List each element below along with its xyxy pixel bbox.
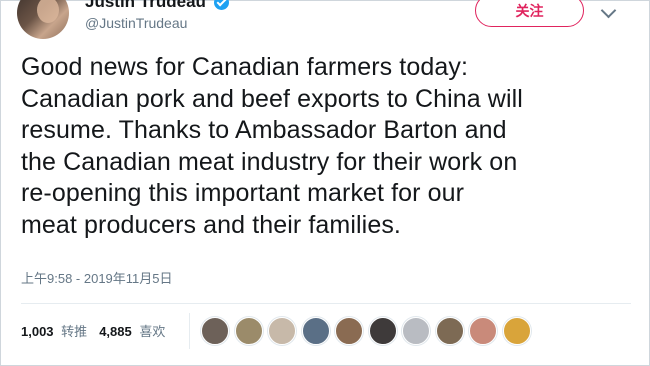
- liker-avatar-icon[interactable]: [402, 317, 430, 345]
- follow-button[interactable]: 关注: [475, 0, 584, 27]
- user-handle[interactable]: @JustinTrudeau: [85, 15, 187, 31]
- retweets-count: 1,003: [21, 323, 54, 339]
- tweet-line: Good news for Canadian farmers today:: [21, 53, 468, 81]
- display-name[interactable]: Justin Trudeau: [85, 0, 206, 12]
- tweet-stats: 1,003 转推 4,885 喜欢: [21, 320, 177, 340]
- tweet-line: re-opening this important market for our: [21, 179, 465, 208]
- liker-avatar-icon[interactable]: [335, 317, 363, 345]
- likes-label: 喜欢: [139, 323, 166, 339]
- tweet-line: Canadian pork and beef exports to China …: [21, 84, 523, 113]
- tweet-card: Justin Trudeau @JustinTrudeau 关注 Good ne…: [0, 0, 650, 366]
- retweets-label: 转推: [61, 323, 88, 339]
- likes-stat[interactable]: 4,885 喜欢: [99, 321, 165, 340]
- stats-separator: [189, 313, 190, 349]
- liker-avatar-icon[interactable]: [234, 317, 263, 345]
- liker-avatar-icon[interactable]: [502, 317, 531, 345]
- avatar[interactable]: [17, 0, 69, 39]
- liker-avatar-icon[interactable]: [301, 317, 330, 345]
- likes-count: 4,885: [99, 323, 132, 339]
- liker-avatar-icon[interactable]: [201, 317, 229, 345]
- tweet-line: the Canadian meat industry for their wor…: [21, 147, 518, 176]
- tweet-timestamp[interactable]: 上午9:58 - 2019年11月5日: [21, 268, 173, 287]
- tweet-text: Good news for Canadian farmers today: Ca…: [21, 52, 633, 242]
- chevron-down-icon[interactable]: [600, 2, 617, 19]
- liker-avatars: [201, 317, 536, 345]
- tweet-line: meat producers and their families.: [21, 210, 401, 239]
- retweets-stat[interactable]: 1,003 转推: [21, 321, 87, 340]
- divider: [21, 303, 631, 304]
- liker-avatar-icon[interactable]: [435, 317, 464, 345]
- liker-avatar-icon[interactable]: [268, 317, 296, 345]
- liker-avatar-icon[interactable]: [469, 317, 497, 345]
- verified-badge-icon: [214, 0, 229, 10]
- tweet-line: resume. Thanks to Ambassador Barton and: [21, 116, 507, 145]
- liker-avatar-icon[interactable]: [368, 317, 397, 345]
